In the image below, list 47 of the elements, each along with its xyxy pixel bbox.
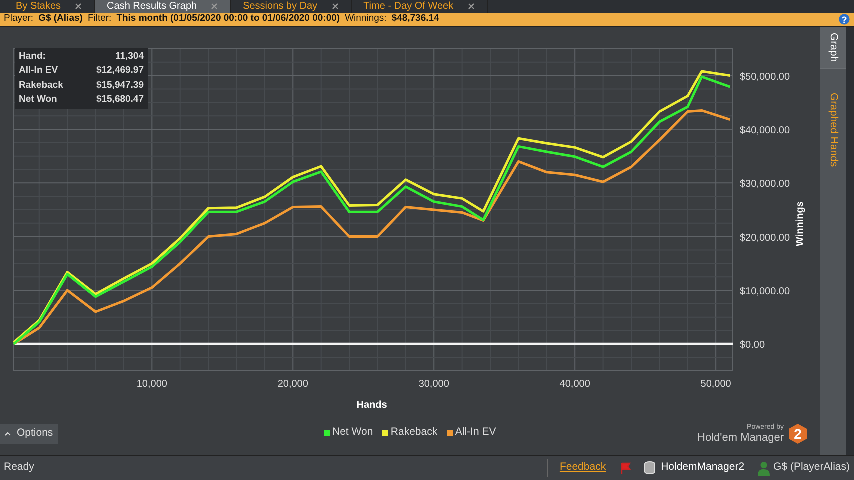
axis-tick-label: $0.00 xyxy=(740,340,766,352)
axis-tick-label: $20,000.00 xyxy=(740,232,790,244)
axis-tick-label: 40,000 xyxy=(560,379,590,390)
filter-value: G$ (Alias) xyxy=(38,12,83,26)
tooltip-label: Net Won xyxy=(19,92,58,107)
close-icon[interactable] xyxy=(75,3,82,10)
feedback-link[interactable]: Feedback xyxy=(560,460,606,476)
axis-tick-label: $30,000.00 xyxy=(740,179,790,190)
filter-value: This month (01/05/2020 00:00 to 01/06/2020 00:00) xyxy=(116,12,340,26)
legend-label: Net Won xyxy=(332,425,374,440)
status-text: Ready xyxy=(4,460,34,476)
tooltip-value: 11,304 xyxy=(115,50,144,64)
axis-title: Winnings xyxy=(795,202,806,246)
logo-name: Hold'em Manager xyxy=(698,432,784,444)
player-name: G$ (PlayerAlias) xyxy=(774,460,850,476)
tooltip-label: Hand: xyxy=(19,50,46,64)
tooltip-label: Rakeback xyxy=(19,78,64,92)
options-button[interactable]: Options xyxy=(0,424,58,444)
logo-badge: 2 xyxy=(788,423,808,445)
tooltip-value: $12,469.97 xyxy=(96,64,144,78)
axis-tick-label: $40,000.00 xyxy=(740,126,790,136)
axis-tick-label: 10,000 xyxy=(136,379,168,390)
side-tab[interactable]: Graph xyxy=(820,27,846,70)
axis-title: Hands xyxy=(356,400,388,411)
filter-value: $48,736.14 xyxy=(392,12,440,26)
legend-label: Rakeback xyxy=(390,425,438,440)
tab[interactable]: Cash Results Graph xyxy=(95,0,232,13)
axis-tick-label: 30,000 xyxy=(418,379,450,390)
axis-tick-label: 50,000 xyxy=(700,379,732,390)
filter-label: Winnings: xyxy=(345,12,387,26)
filter-label: Player: xyxy=(4,12,34,26)
filter-label: Filter: xyxy=(88,12,112,26)
tooltip-label: All-In EV xyxy=(19,64,58,78)
legend-label: All-In EV xyxy=(455,425,496,440)
flag-icon xyxy=(620,462,632,474)
axis-tick-label: $10,000.00 xyxy=(740,286,790,298)
close-icon[interactable] xyxy=(332,3,339,10)
user-icon xyxy=(756,460,771,476)
tooltip-value: $15,947.39 xyxy=(96,78,144,92)
axis-tick-label: $50,000.00 xyxy=(740,72,790,83)
help-icon[interactable]: ? xyxy=(839,14,850,25)
caret-icon xyxy=(5,432,11,436)
database-name: HoldemManager2 xyxy=(661,460,745,476)
tooltip-value: $15,680.47 xyxy=(96,92,144,107)
axis-tick-label: 20,000 xyxy=(278,379,308,390)
database-icon xyxy=(644,461,656,475)
close-icon[interactable] xyxy=(468,3,475,10)
